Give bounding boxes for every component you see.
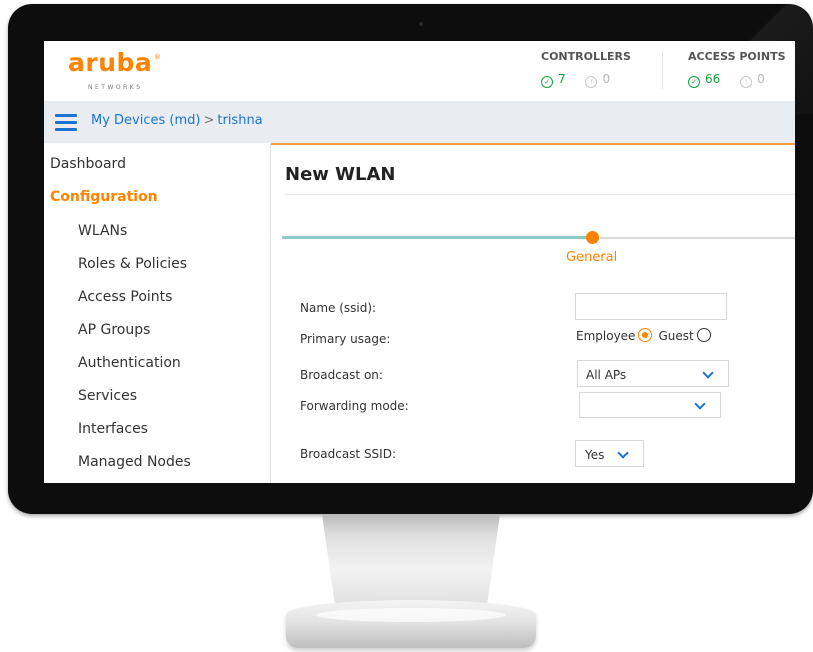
step-label-general[interactable]: General	[566, 250, 617, 265]
broadcast-on-select[interactable]: All APs	[577, 360, 729, 387]
check-circle-icon: ✓	[688, 76, 700, 88]
logo-word: aruba	[68, 48, 153, 77]
main-panel: New WLAN General Name (ssid): Primary us…	[271, 143, 795, 483]
screen: aruba ® NETWORKS CONTROLLERS ✓ 7 ! 0 ACCES…	[44, 41, 795, 483]
controllers-down-count: 0	[602, 72, 611, 86]
breadcrumb-current[interactable]: trishna	[217, 113, 262, 128]
hamburger-menu-icon[interactable]	[55, 114, 77, 131]
controllers-title: CONTROLLERS	[541, 50, 631, 63]
primary-usage-radio-group: Employee Guest	[576, 328, 711, 343]
usage-option-guest-radio[interactable]	[696, 328, 711, 342]
sidebar-item-managed-nodes[interactable]: Managed Nodes	[78, 454, 191, 470]
alert-circle-icon: !	[740, 76, 753, 88]
progress-line-complete	[282, 236, 592, 239]
title-divider	[285, 194, 795, 195]
logo-subtitle: NETWORKS	[88, 84, 143, 91]
access-points-down-count: 0	[757, 72, 765, 86]
header-divider	[662, 51, 663, 89]
controllers-ok: ✓ 7	[541, 72, 569, 88]
logo-registered-mark: ®	[154, 53, 161, 61]
chevron-down-icon	[702, 367, 714, 379]
breadcrumb-root[interactable]: My Devices (md)	[91, 113, 200, 128]
sidebar-item-services[interactable]: Services	[78, 388, 137, 404]
broadcast-ssid-label: Broadcast SSID:	[300, 447, 396, 461]
progress-line-remaining	[600, 237, 795, 239]
page-title: New WLAN	[285, 164, 396, 185]
monitor-stand-base	[286, 600, 536, 648]
sidebar-item-dashboard[interactable]: Dashboard	[50, 156, 126, 172]
broadcast-on-value: All APs	[586, 368, 627, 382]
alert-circle-icon: !	[585, 76, 598, 88]
controllers-down: ! 0	[585, 72, 611, 88]
access-points-ok: ✓ 66	[688, 72, 724, 88]
name-label: Name (ssid):	[300, 301, 377, 315]
usage-option-guest-label: Guest	[658, 329, 694, 343]
sidebar-item-configuration[interactable]: Configuration	[50, 189, 158, 205]
chevron-down-icon	[617, 447, 629, 459]
broadcast-ssid-select[interactable]: Yes	[575, 440, 644, 467]
chevron-down-icon	[694, 398, 706, 410]
camera-dot	[419, 22, 423, 26]
usage-option-employee-label: Employee	[576, 329, 636, 343]
sidebar: Dashboard Configuration WLANs Roles & Po…	[44, 143, 271, 483]
ssid-name-input[interactable]	[575, 293, 727, 320]
access-points-title: ACCESS POINTS	[688, 50, 786, 63]
top-bar: aruba ® NETWORKS CONTROLLERS ✓ 7 ! 0 ACCES…	[44, 41, 795, 101]
sidebar-item-access-points[interactable]: Access Points	[78, 289, 172, 305]
step-indicator-dot[interactable]	[586, 231, 599, 244]
breadcrumb-separator: >	[203, 113, 215, 128]
forwarding-mode-select[interactable]	[579, 392, 721, 418]
sidebar-item-ap-groups[interactable]: AP Groups	[78, 322, 150, 338]
forwarding-mode-label: Forwarding mode:	[300, 399, 409, 413]
breadcrumb-bar: My Devices (md) > trishna	[44, 101, 795, 143]
usage-option-employee-radio[interactable]	[638, 328, 653, 342]
sidebar-item-roles-policies[interactable]: Roles & Policies	[78, 256, 187, 272]
sidebar-item-interfaces[interactable]: Interfaces	[78, 421, 148, 437]
sidebar-item-authentication[interactable]: Authentication	[78, 355, 181, 371]
breadcrumb: My Devices (md) > trishna	[91, 113, 263, 128]
check-circle-icon: ✓	[541, 76, 553, 88]
controllers-stat[interactable]: CONTROLLERS ✓ 7 ! 0	[541, 50, 631, 88]
monitor-stand-neck	[322, 514, 500, 614]
access-points-down: ! 0	[740, 72, 765, 88]
access-points-stat[interactable]: ACCESS POINTS ✓ 66 ! 0	[688, 50, 786, 88]
broadcast-ssid-value: Yes	[585, 448, 605, 462]
accent-rule	[271, 143, 795, 145]
broadcast-on-label: Broadcast on:	[300, 368, 383, 382]
primary-usage-label: Primary usage:	[300, 332, 391, 346]
sidebar-item-wlans[interactable]: WLANs	[78, 223, 127, 239]
access-points-ok-count: 66	[705, 72, 721, 86]
controllers-ok-count: 7	[558, 72, 566, 86]
